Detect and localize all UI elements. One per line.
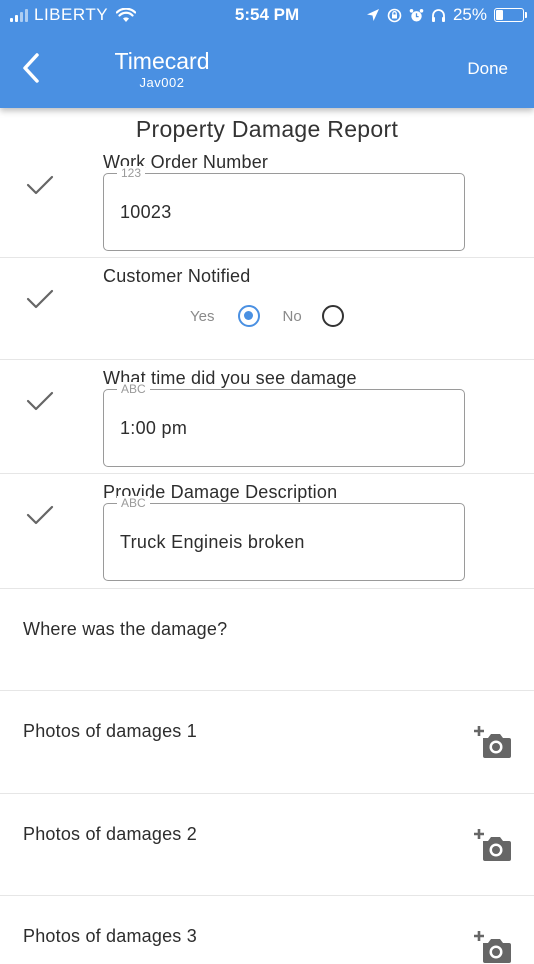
screen-subtitle: Jav002: [139, 75, 185, 90]
checkmark-icon: [26, 391, 54, 411]
app-header: LIBERTY 5:54 PM 25% Timecard Jav002 Done: [0, 0, 534, 108]
form-title: Property Damage Report: [135, 116, 399, 142]
form-row-damage-location[interactable]: Where was the damage?: [0, 589, 534, 691]
status-bar: LIBERTY 5:54 PM 25%: [0, 0, 534, 30]
battery-percent: 25%: [452, 5, 487, 24]
damage-time-input[interactable]: ABC 1:00 pm: [103, 382, 465, 467]
form-row-customer-notified: Customer Notified Yes No: [0, 258, 534, 360]
screen-title: Timecard: [114, 48, 210, 74]
form-row-photos-2: Photos of damages 2: [0, 794, 534, 896]
radio-yes[interactable]: [238, 305, 261, 327]
alarm-icon: [409, 8, 424, 21]
work-order-hint: 123: [117, 166, 146, 180]
damage-location-label: Where was the damage?: [23, 619, 228, 639]
add-photo-icon[interactable]: [474, 930, 512, 964]
photos-2-label: Photos of damages 2: [23, 824, 197, 844]
headphones-icon: [431, 8, 445, 22]
form-row-work-order: Work Order Number 123 10023: [0, 150, 534, 258]
battery-level-fill: [496, 10, 503, 20]
damage-time-value: 1:00 pm: [120, 418, 188, 438]
done-button[interactable]: Done: [467, 59, 508, 79]
damage-time-hint: ABC: [117, 382, 150, 396]
work-order-value: 10023: [120, 202, 172, 222]
radio-no[interactable]: [321, 305, 344, 327]
form-row-photos-3: Photos of damages 3: [0, 896, 534, 963]
battery-icon: [494, 8, 527, 22]
damage-description-input[interactable]: ABC Truck Engineis broken: [103, 496, 465, 581]
work-order-input[interactable]: 123 10023: [103, 166, 465, 251]
photos-1-label: Photos of damages 1: [23, 721, 197, 741]
photos-3-label: Photos of damages 3: [23, 926, 197, 946]
checkmark-icon: [26, 175, 54, 195]
damage-description-hint: ABC: [117, 496, 150, 510]
header-title-block: Timecard Jav002: [100, 48, 224, 92]
location-arrow-icon: [366, 9, 379, 21]
back-button[interactable]: [18, 50, 48, 86]
screen-lock-icon: [387, 8, 402, 22]
customer-notified-radio-group: Yes No: [190, 305, 344, 327]
form-row-photos-1: Photos of damages 1: [0, 691, 534, 794]
radio-no-label: No: [282, 307, 302, 325]
damage-description-value: Truck Engineis broken: [120, 532, 305, 552]
form-row-damage-description: Provide Damage Description ABC Truck Eng…: [0, 474, 534, 589]
add-photo-icon[interactable]: [474, 828, 512, 862]
add-photo-icon[interactable]: [474, 725, 512, 759]
checkmark-icon: [26, 289, 54, 309]
status-right: 25%: [366, 5, 527, 25]
customer-notified-label: Customer Notified: [103, 266, 251, 286]
form-row-damage-time: What time did you see damage ABC 1:00 pm: [0, 360, 534, 474]
chevron-left-icon: [23, 53, 39, 83]
radio-yes-label: Yes: [190, 307, 215, 325]
checkmark-icon: [26, 505, 54, 525]
